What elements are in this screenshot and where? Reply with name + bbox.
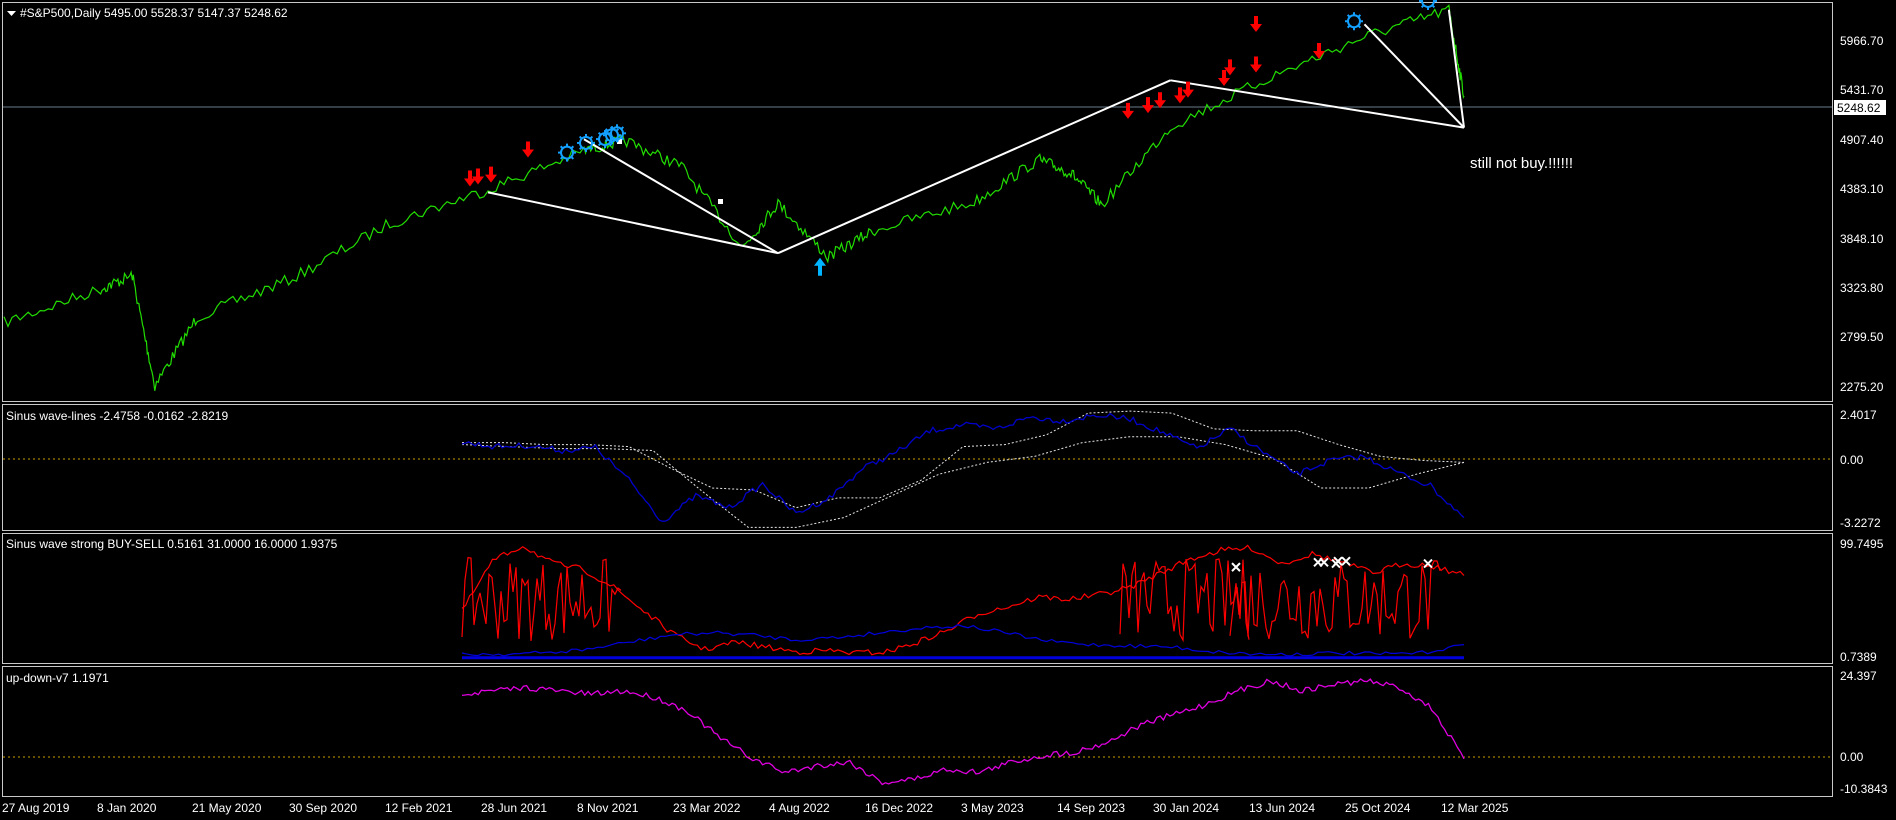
strong-y-label: 99.7495 <box>1840 537 1884 551</box>
x-tick-label: 28 Jun 2021 <box>481 801 547 815</box>
x-tick-label: 16 Dec 2022 <box>865 801 933 815</box>
wave-lines-y-label: 0.00 <box>1840 453 1864 467</box>
main-y-label: 4907.40 <box>1840 133 1884 147</box>
x-tick-label: 25 Oct 2024 <box>1345 801 1411 815</box>
trend-anchor-dot <box>718 199 723 204</box>
strong-y-label: 0.7389 <box>1840 650 1877 664</box>
x-tick-label: 14 Sep 2023 <box>1057 801 1125 815</box>
wave-lines-panel-header: Sinus wave-lines -2.4758 -0.0162 -2.8219 <box>6 409 228 423</box>
x-tick-label: 30 Jan 2024 <box>1153 801 1219 815</box>
x-tick-label: 12 Mar 2025 <box>1441 801 1509 815</box>
x-tick-label: 30 Sep 2020 <box>289 801 357 815</box>
main-y-label: 2275.20 <box>1840 380 1884 394</box>
current-price-tag: 5248.62 <box>1834 100 1886 115</box>
x-tick-label: 13 Jun 2024 <box>1249 801 1315 815</box>
chart-background <box>0 0 1896 820</box>
x-tick-label: 21 May 2020 <box>192 801 262 815</box>
x-tick-label: 23 Mar 2022 <box>673 801 741 815</box>
main-y-label: 2799.50 <box>1840 330 1884 344</box>
main-y-label: 5431.70 <box>1840 83 1884 97</box>
strong-panel-header: Sinus wave strong BUY-SELL 0.5161 31.000… <box>6 537 338 551</box>
x-tick-label: 12 Feb 2021 <box>385 801 453 815</box>
main-y-label: 5966.70 <box>1840 34 1884 48</box>
updown-panel-header: up-down-v7 1.1971 <box>6 671 109 685</box>
x-tick-label: 8 Jan 2020 <box>97 801 157 815</box>
still-not-buy-annotation: still not buy.!!!!!! <box>1470 155 1573 172</box>
main-y-label: 3323.80 <box>1840 281 1884 295</box>
wave-lines-y-label: 2.4017 <box>1840 408 1877 422</box>
main-panel-header: #S&P500,Daily 5495.00 5528.37 5147.37 52… <box>20 6 288 20</box>
x-tick-label: 27 Aug 2019 <box>2 801 70 815</box>
wave-lines-y-label: -3.2272 <box>1840 516 1881 530</box>
main-y-label: 3848.10 <box>1840 232 1884 246</box>
updown-y-label: 24.397 <box>1840 669 1877 683</box>
current-price-tag-text: 5248.62 <box>1837 101 1881 115</box>
updown-y-label: 0.00 <box>1840 750 1864 764</box>
x-tick-label: 4 Aug 2022 <box>769 801 830 815</box>
updown-y-label: -10.3843 <box>1840 782 1888 796</box>
chart-canvas[interactable]: #S&P500,Daily 5495.00 5528.37 5147.37 52… <box>0 0 1896 820</box>
x-tick-label: 3 May 2023 <box>961 801 1024 815</box>
x-tick-label: 8 Nov 2021 <box>577 801 639 815</box>
main-y-label: 4383.10 <box>1840 182 1884 196</box>
chart-window: #S&P500,Daily 5495.00 5528.37 5147.37 52… <box>0 0 1896 820</box>
